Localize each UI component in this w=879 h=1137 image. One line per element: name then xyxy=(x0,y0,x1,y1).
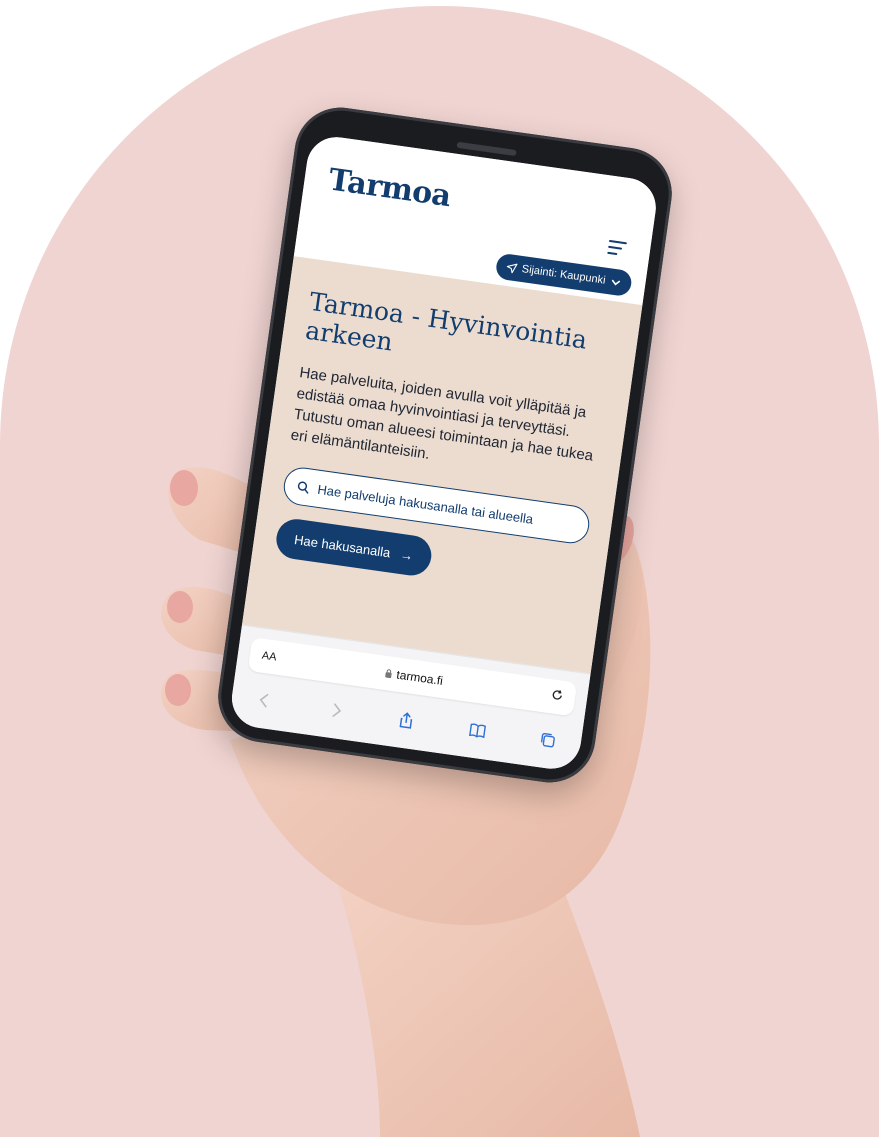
hero-section: Tarmoa - Hyvinvointia arkeen Hae palvelu… xyxy=(242,256,643,674)
arrow-right-icon: → xyxy=(399,546,415,564)
back-icon[interactable] xyxy=(252,688,277,713)
phone-screen: Tarmoa Sijainti: Kaupunki Tarmoa - Hyvin… xyxy=(228,133,660,773)
menu-icon[interactable] xyxy=(607,239,631,259)
chevron-down-icon xyxy=(611,279,621,285)
text-size-button[interactable]: AA xyxy=(261,650,277,664)
lock-icon xyxy=(385,669,392,679)
bookmarks-icon[interactable] xyxy=(465,718,490,743)
forward-icon[interactable] xyxy=(323,698,348,723)
search-button[interactable]: Hae hakusanalla → xyxy=(273,516,434,578)
location-arrow-icon xyxy=(506,263,518,273)
url-text: tarmoa.fi xyxy=(395,667,444,688)
url-display[interactable]: tarmoa.fi xyxy=(384,666,444,688)
location-label: Sijainti: Kaupunki xyxy=(521,263,607,287)
hero-description: Hae palveluita, joiden avulla voit ylläp… xyxy=(289,364,595,465)
tabs-icon[interactable] xyxy=(535,728,560,753)
share-icon[interactable] xyxy=(394,708,419,733)
search-input[interactable] xyxy=(316,481,578,533)
reload-icon[interactable] xyxy=(550,687,564,706)
scene: Tarmoa Sijainti: Kaupunki Tarmoa - Hyvin… xyxy=(0,0,879,1137)
tarmoa-logo[interactable]: Tarmoa xyxy=(326,162,453,214)
search-button-label: Hae hakusanalla xyxy=(293,531,392,560)
search-icon xyxy=(297,480,309,494)
phone-speaker xyxy=(456,141,517,157)
